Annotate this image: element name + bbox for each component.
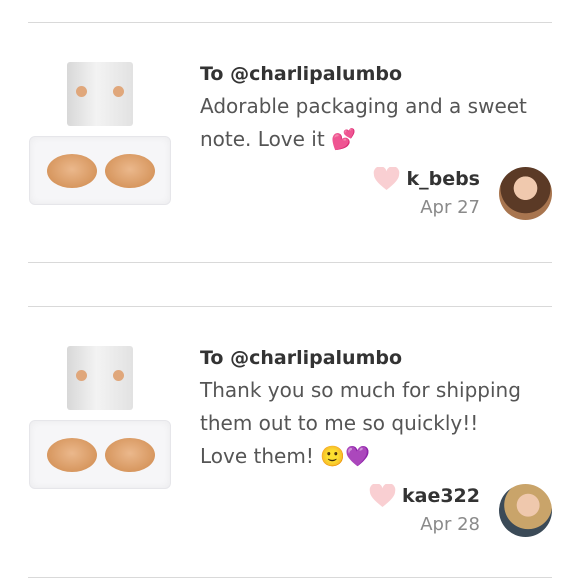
review-message: Thank you so much for shipping them out … — [200, 378, 521, 468]
heart-icon[interactable] — [373, 167, 400, 191]
product-photo-mannequin — [67, 346, 133, 410]
review-card: To @charlipalumbo Adorable packaging and… — [0, 60, 580, 230]
review-date: Apr 28 — [420, 514, 480, 535]
review-card: To @charlipalumbo Thank you so much for … — [0, 344, 580, 537]
review-date: Apr 27 — [420, 197, 480, 218]
reviewer-username[interactable]: k_bebs — [406, 168, 480, 190]
product-photo-tray — [29, 136, 171, 205]
section-divider — [28, 262, 552, 263]
product-thumbnail[interactable] — [27, 60, 172, 205]
avatar[interactable] — [499, 484, 552, 537]
product-photo-mannequin — [67, 62, 133, 126]
review-recipient[interactable]: To @charlipalumbo — [200, 346, 530, 370]
product-photo-tray — [29, 420, 171, 489]
avatar[interactable] — [499, 167, 552, 220]
review-message: Adorable packaging and a sweet note. Lov… — [200, 94, 527, 151]
product-thumbnail[interactable] — [27, 344, 172, 489]
review-recipient[interactable]: To @charlipalumbo — [200, 62, 530, 86]
section-divider — [28, 306, 552, 307]
bottom-divider — [28, 577, 552, 578]
reviewer-username[interactable]: kae322 — [402, 485, 480, 507]
top-divider — [28, 22, 552, 23]
heart-icon[interactable] — [369, 484, 396, 508]
